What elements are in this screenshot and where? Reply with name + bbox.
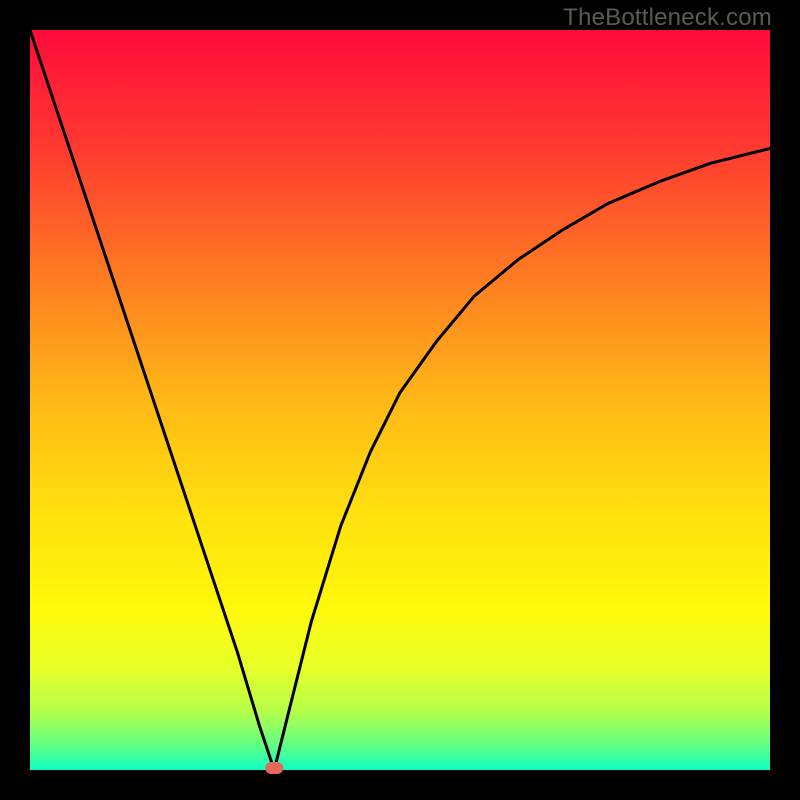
bottleneck-chart bbox=[0, 0, 800, 800]
chart-frame: TheBottleneck.com bbox=[0, 0, 800, 800]
plot-background bbox=[30, 30, 770, 770]
watermark-text: TheBottleneck.com bbox=[563, 4, 772, 32]
minimum-marker bbox=[265, 762, 283, 774]
